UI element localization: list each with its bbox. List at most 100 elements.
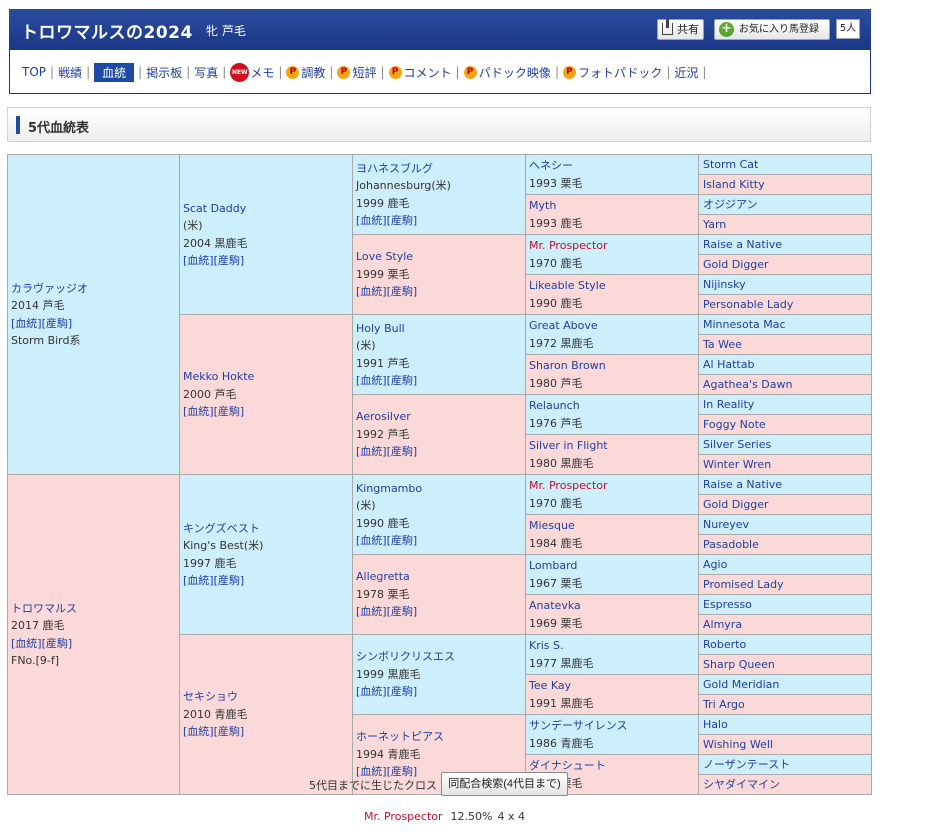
horse-name[interactable]: Gold Digger (703, 258, 769, 271)
horse-pedigree-link[interactable]: [血統] (356, 685, 387, 698)
horse-pedigree-link[interactable]: [血統] (183, 254, 214, 267)
nav-tab-1[interactable]: 戦績 (58, 64, 82, 81)
horse-pedigree-link[interactable]: [血統] (183, 574, 214, 587)
horse-name[interactable]: Likeable Style (529, 277, 695, 295)
horse-name[interactable]: Island Kitty (703, 178, 765, 191)
horse-pedigree-link[interactable]: [血統] (356, 534, 387, 547)
horse-pedigree-link[interactable]: [血統] (356, 214, 387, 227)
horse-pedigree-link[interactable]: [血統] (11, 637, 42, 650)
horse-name[interactable]: Kris S. (529, 637, 695, 655)
horse-name[interactable]: Tri Argo (703, 698, 745, 711)
horse-name[interactable]: Winter Wren (703, 458, 771, 471)
horse-foals-link[interactable]: [産駒] (214, 254, 245, 267)
horse-name[interactable]: ノーザンテースト (703, 758, 790, 771)
horse-name[interactable]: ヨハネスブルグ (356, 160, 522, 178)
horse-foals-link[interactable]: [産駒] (387, 445, 418, 458)
nav-tab-7[interactable]: P 短評 (337, 64, 376, 81)
horse-pedigree-link[interactable]: [血統] (356, 605, 387, 618)
horse-foals-link[interactable]: [産駒] (214, 725, 245, 738)
horse-foals-link[interactable]: [産駒] (214, 405, 245, 418)
horse-name[interactable]: Ta Wee (703, 338, 742, 351)
horse-name[interactable]: Yarn (703, 218, 726, 231)
horse-foals-link[interactable]: [産駒] (387, 285, 418, 298)
nav-tab-6[interactable]: P 調教 (286, 64, 325, 81)
horse-name[interactable]: Allegretta (356, 568, 522, 586)
horse-name[interactable]: Raise a Native (703, 478, 782, 491)
horse-name[interactable]: Espresso (703, 598, 752, 611)
horse-name[interactable]: In Reality (703, 398, 754, 411)
nav-tab-3[interactable]: 掲示板 (146, 64, 182, 81)
horse-name[interactable]: シンボリクリスエス (356, 648, 522, 666)
horse-name[interactable]: Scat Daddy (183, 200, 349, 218)
horse-name[interactable]: Myth (529, 197, 695, 215)
horse-name[interactable]: Gold Meridian (703, 678, 779, 691)
horse-name[interactable]: Love Style (356, 248, 522, 266)
horse-foals-link[interactable]: [産駒] (42, 637, 73, 650)
horse-name[interactable]: Tee Kay (529, 677, 695, 695)
horse-name[interactable]: Anatevka (529, 597, 695, 615)
horse-pedigree-link[interactable]: [血統] (356, 445, 387, 458)
horse-name[interactable]: Sharon Brown (529, 357, 695, 375)
horse-name[interactable]: Agathea's Dawn (703, 378, 792, 391)
horse-name[interactable]: Silver in Flight (529, 437, 695, 455)
horse-name[interactable]: ホーネットピアス (356, 728, 522, 746)
horse-name[interactable]: Raise a Native (703, 238, 782, 251)
horse-name[interactable]: Mekko Hokte (183, 368, 349, 386)
nav-tab-0[interactable]: TOP (22, 65, 46, 79)
horse-name[interactable]: Wishing Well (703, 738, 773, 751)
horse-name[interactable]: Miesque (529, 517, 695, 535)
horse-name[interactable]: Great Above (529, 317, 695, 335)
nav-tab-4[interactable]: 写真 (194, 64, 218, 81)
horse-name[interactable]: キングズベスト (183, 520, 349, 538)
horse-name[interactable]: Nureyev (703, 518, 749, 531)
horse-name[interactable]: Minnesota Mac (703, 318, 786, 331)
horse-pedigree-link[interactable]: [血統] (183, 725, 214, 738)
horse-name[interactable]: Pasadoble (703, 538, 759, 551)
horse-name[interactable]: Mr. Prospector (529, 477, 695, 495)
horse-name[interactable]: Aerosilver (356, 408, 522, 426)
horse-name[interactable]: Silver Series (703, 438, 771, 451)
horse-name[interactable]: Nijinsky (703, 278, 746, 291)
nav-tab-8[interactable]: P コメント (388, 64, 452, 81)
share-button[interactable]: 共有 (657, 19, 704, 40)
horse-name[interactable]: Roberto (703, 638, 746, 651)
horse-name[interactable]: Gold Digger (703, 498, 769, 511)
horse-name[interactable]: Agio (703, 558, 727, 571)
horse-name[interactable]: Personable Lady (703, 298, 793, 311)
nav-tab-10[interactable]: P フォトパドック (562, 64, 662, 81)
horse-name[interactable]: Storm Cat (703, 158, 758, 171)
horse-name[interactable]: カラヴァッジオ (11, 280, 176, 298)
cross-horse-name[interactable]: Mr. Prospector (364, 810, 443, 823)
horse-foals-link[interactable]: [産駒] (387, 374, 418, 387)
horse-pedigree-link[interactable]: [血統] (11, 317, 42, 330)
horse-name[interactable]: セキショウ (183, 688, 349, 706)
favorite-button[interactable]: + お気に入り馬登録 (714, 19, 830, 40)
horse-name[interactable]: オジジアン (703, 198, 758, 211)
horse-pedigree-link[interactable]: [血統] (356, 374, 387, 387)
horse-name[interactable]: Almyra (703, 618, 742, 631)
horse-name[interactable]: Kingmambo (356, 480, 522, 498)
horse-pedigree-link[interactable]: [血統] (356, 285, 387, 298)
horse-name[interactable]: Halo (703, 718, 728, 731)
horse-name[interactable]: Sharp Queen (703, 658, 775, 671)
horse-name[interactable]: Foggy Note (703, 418, 766, 431)
horse-name[interactable]: サンデーサイレンス (529, 717, 695, 735)
horse-foals-link[interactable]: [産駒] (42, 317, 73, 330)
horse-foals-link[interactable]: [産駒] (387, 605, 418, 618)
horse-name[interactable]: シヤダイマイン (703, 778, 780, 791)
horse-foals-link[interactable]: [産駒] (214, 574, 245, 587)
nav-tab-2[interactable]: 血統 (94, 62, 135, 82)
horse-foals-link[interactable]: [産駒] (387, 214, 418, 227)
horse-name[interactable]: Mr. Prospector (529, 237, 695, 255)
nav-tab-11[interactable]: 近況 (674, 64, 698, 81)
horse-name[interactable]: ヘネシー (529, 157, 695, 175)
horse-name[interactable]: Promised Lady (703, 578, 784, 591)
horse-name[interactable]: トロワマルス (11, 600, 176, 618)
same-breeding-search-button[interactable]: 同配合検索(4代目まで) (441, 772, 568, 796)
horse-name[interactable]: Al Hattab (703, 358, 754, 371)
horse-name[interactable]: Relaunch (529, 397, 695, 415)
nav-tab-9[interactable]: P パドック映像 (463, 64, 551, 81)
horse-foals-link[interactable]: [産駒] (387, 685, 418, 698)
horse-foals-link[interactable]: [産駒] (387, 534, 418, 547)
horse-pedigree-link[interactable]: [血統] (183, 405, 214, 418)
